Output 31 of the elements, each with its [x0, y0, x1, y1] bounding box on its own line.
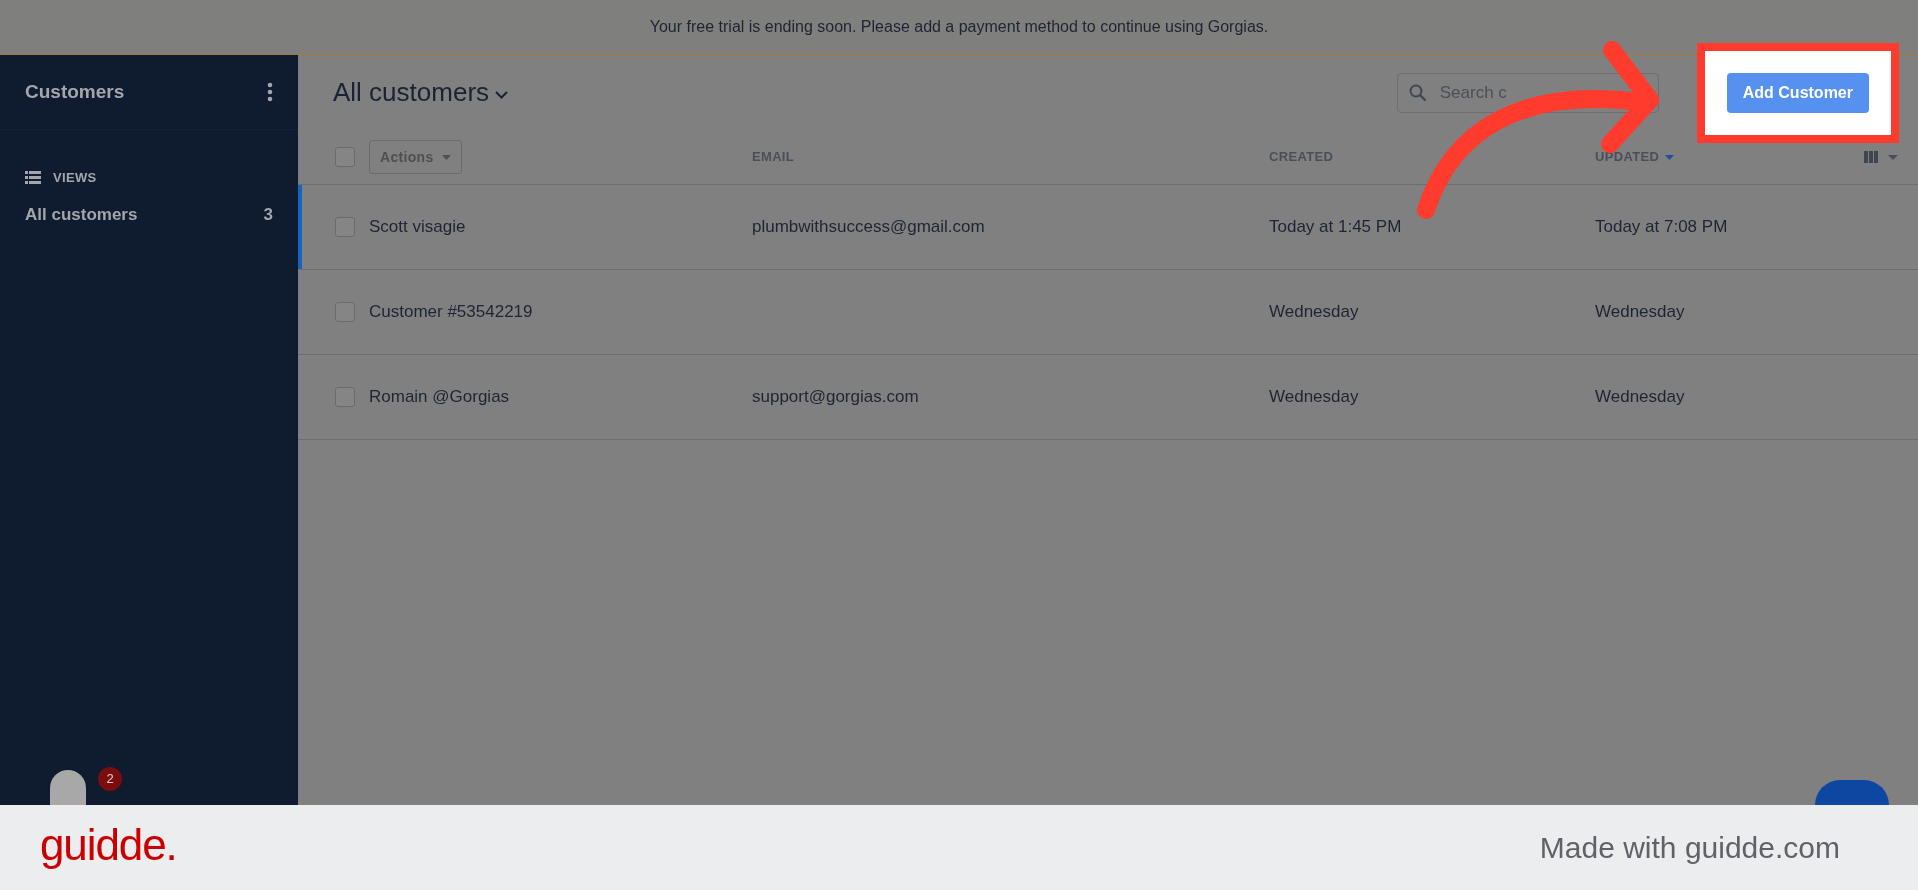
caret-icon — [441, 154, 451, 160]
view-title[interactable]: All customers — [333, 73, 490, 112]
table-cell-text: Romain @Gorgias — [369, 386, 510, 409]
trial-banner-text: Your free trial is ending soon. Please add a payment method to continue using Gorgias. — [649, 17, 1269, 37]
more-icon[interactable] — [267, 82, 273, 102]
columns-icon[interactable] — [1864, 151, 1898, 163]
checkbox[interactable] — [335, 387, 355, 407]
section-label: VIEWS — [53, 169, 97, 187]
chevron-down-icon[interactable] — [495, 90, 509, 99]
list-icon — [25, 171, 41, 185]
table-cell: support@gorgias.com — [752, 387, 919, 407]
add-customer-button[interactable]: Add Customer — [1726, 72, 1869, 113]
table-cell-text: Customer #53542219 — [369, 301, 533, 324]
table-cell: Wednesday — [1269, 302, 1359, 322]
credit-text: Made with guidde.com — [1539, 830, 1840, 866]
search-icon — [1408, 83, 1427, 102]
table-cell: plumbwithsuccess@gmail.com — [752, 217, 985, 237]
table-cell: Wednesday — [1595, 387, 1685, 407]
avatar[interactable] — [50, 770, 86, 805]
table-cell: Wednesday — [1269, 387, 1359, 407]
chat-button[interactable] — [1815, 780, 1889, 805]
table-cell: Today at 1:45 PM — [1269, 217, 1402, 237]
checkbox[interactable] — [335, 302, 355, 322]
checkbox[interactable] — [335, 147, 355, 167]
table-cell: Wednesday — [1595, 302, 1685, 322]
checkbox[interactable] — [335, 217, 355, 237]
table-cell: Today at 7:08 PM — [1595, 217, 1728, 237]
sidebar-title: Customers — [25, 79, 125, 104]
brand-logo: guidde. — [40, 818, 177, 871]
table-cell-text: Scott visagie — [369, 216, 466, 239]
notification-badge: 2 — [98, 767, 122, 791]
